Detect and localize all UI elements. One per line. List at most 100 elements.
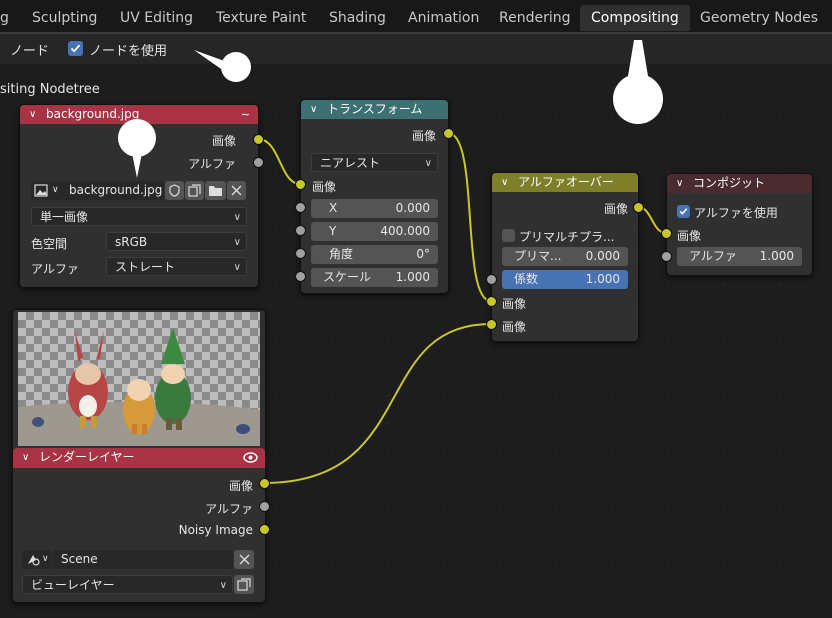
composite-alpha-input-socket[interactable]: [661, 251, 672, 262]
scale-field-value: 1.000: [395, 270, 430, 284]
composite-input-image-label: 画像: [677, 229, 702, 243]
x-field-label: X: [329, 201, 338, 215]
link-transform-to-alphaover: [447, 132, 492, 302]
render-layers-node[interactable]: ∨ レンダーレイヤー 画像 アルファ Noisy Image ∨ Scene ビ…: [12, 309, 266, 603]
render-preview-image: [18, 312, 260, 446]
colorspace-dropdown[interactable]: sRGB ∨: [106, 232, 247, 251]
y-field-value: 400.000: [380, 224, 430, 238]
close-icon: [231, 185, 242, 196]
angle-field-value: 0°: [416, 247, 430, 261]
chevron-down-icon: ∨: [52, 185, 59, 195]
alpha-over-output-image-label: 画像: [603, 202, 628, 216]
alpha-over-image1-input-socket[interactable]: [486, 296, 497, 307]
composite-image-input-socket[interactable]: [661, 228, 672, 239]
view-layer-dropdown[interactable]: ビューレイヤー ∨: [22, 575, 233, 594]
copy-icon: [188, 184, 201, 197]
render-active-scene-button[interactable]: [234, 575, 254, 594]
eye-icon[interactable]: [243, 452, 258, 463]
folder-icon: [209, 186, 222, 196]
x-field[interactable]: X 0.000: [311, 199, 438, 218]
collapse-chevron-icon[interactable]: ∨: [29, 105, 36, 124]
filter-type-dropdown[interactable]: ニアレスト ∨: [311, 153, 438, 172]
shield-icon: [169, 184, 180, 197]
callout-pointer-2: [118, 119, 156, 178]
collapse-chevron-icon[interactable]: ∨: [501, 173, 508, 192]
use-alpha-checkbox[interactable]: [677, 205, 690, 218]
collapse-chevron-icon[interactable]: ∨: [22, 448, 29, 467]
image-source-dropdown[interactable]: 単一画像 ∨: [31, 207, 247, 226]
y-input-socket[interactable]: [295, 225, 306, 236]
composite-alpha-label: アルファ: [689, 249, 737, 263]
angle-field[interactable]: 角度 0°: [311, 245, 438, 264]
alpha-mode-label: アルファ: [31, 262, 79, 276]
composite-node-header[interactable]: ∨ コンポジット: [667, 174, 812, 193]
unlink-image-button[interactable]: [227, 181, 246, 200]
colorspace-value: sRGB: [115, 235, 148, 249]
alpha-over-image-output-socket[interactable]: [633, 202, 644, 213]
chevron-down-icon: ∨: [424, 158, 432, 169]
alpha-over-node-header[interactable]: ∨ アルファオーバー: [492, 173, 638, 192]
factor-input-socket[interactable]: [486, 274, 497, 285]
angle-field-label: 角度: [329, 247, 354, 261]
scale-input-socket[interactable]: [295, 271, 306, 282]
factor-field-label: 係数: [514, 272, 539, 286]
callout-pointer-1: [194, 50, 251, 82]
premultiplied-field-label: プリマ...: [514, 249, 562, 263]
scale-field-label: スケール: [323, 270, 372, 284]
angle-input-socket[interactable]: [295, 248, 306, 259]
composite-node[interactable]: ∨ コンポジット アルファを使用 画像 アルファ 1.000: [666, 173, 813, 276]
chevron-down-icon: ∨: [219, 580, 227, 591]
open-image-button[interactable]: [205, 181, 226, 200]
alpha-output-socket[interactable]: [253, 157, 264, 168]
link-image-to-transform: [257, 138, 301, 185]
collapse-chevron-icon[interactable]: ∨: [676, 174, 683, 193]
alpha-over-image2-input-socket[interactable]: [486, 319, 497, 330]
alpha-over-input-image2-label: 画像: [502, 320, 527, 334]
composite-alpha-value: 1.000: [759, 249, 794, 263]
premultiplied-field-value: 0.000: [585, 249, 620, 263]
fake-user-button[interactable]: [165, 181, 184, 200]
callout-pointer-3: [613, 40, 663, 124]
transform-image-output-socket[interactable]: [443, 128, 454, 139]
render-icon: [237, 578, 251, 591]
transform-image-input-socket[interactable]: [295, 179, 306, 190]
transform-node[interactable]: ∨ トランスフォーム 画像 ニアレスト ∨ 画像 X 0.000 Y 400.0…: [300, 99, 449, 294]
premultiplied-field[interactable]: プリマ... 0.000: [502, 247, 628, 266]
preview-toggle-icon[interactable]: ∼: [241, 105, 250, 124]
alpha-over-node[interactable]: ∨ アルファオーバー 画像 プリマルチプラ... プリマ... 0.000 係数…: [491, 172, 639, 342]
render-alpha-output-socket[interactable]: [259, 501, 270, 512]
scale-field[interactable]: スケール 1.000: [311, 268, 438, 287]
unlink-scene-button[interactable]: [234, 550, 254, 569]
render-image-output-socket[interactable]: [259, 478, 270, 489]
transform-node-title: トランスフォーム: [327, 102, 423, 116]
composite-alpha-field[interactable]: アルファ 1.000: [677, 247, 802, 266]
transform-node-header[interactable]: ∨ トランスフォーム: [301, 100, 448, 119]
chevron-down-icon: ∨: [233, 212, 241, 223]
chevron-down-icon: ∨: [233, 262, 241, 273]
use-alpha-label: アルファを使用: [694, 206, 778, 220]
scene-icon: [28, 555, 40, 566]
alpha-mode-dropdown[interactable]: ストレート ∨: [106, 257, 247, 276]
render-layers-node-title: レンダーレイヤー: [39, 450, 135, 464]
y-field[interactable]: Y 400.000: [311, 222, 438, 241]
convert-premultiplied-checkbox[interactable]: [502, 229, 515, 242]
figurines-illustration: [18, 328, 260, 446]
collapse-chevron-icon[interactable]: ∨: [310, 100, 317, 119]
convert-premultiplied-label: プリマルチプラ...: [519, 230, 615, 244]
factor-field[interactable]: 係数 1.000: [502, 270, 628, 289]
scene-browse-button[interactable]: ∨: [22, 550, 52, 569]
render-layers-node-header[interactable]: ∨ レンダーレイヤー: [13, 448, 265, 468]
duplicate-image-button[interactable]: [185, 181, 204, 200]
x-input-socket[interactable]: [295, 202, 306, 213]
image-name-field[interactable]: background.jpg: [63, 181, 164, 200]
image-browse-button[interactable]: ∨: [31, 181, 63, 200]
image-output-socket[interactable]: [253, 134, 264, 145]
render-noisy-output-socket[interactable]: [259, 524, 270, 535]
alpha-over-node-title: アルファオーバー: [518, 175, 614, 189]
chevron-down-icon: ∨: [233, 237, 241, 248]
transform-input-image-label: 画像: [312, 180, 337, 194]
scene-name-field[interactable]: Scene: [53, 550, 233, 569]
link-renderlayers-to-alphaover: [263, 323, 492, 484]
render-output-noisy-label: Noisy Image: [178, 523, 253, 537]
alpha-mode-value: ストレート: [115, 260, 176, 274]
